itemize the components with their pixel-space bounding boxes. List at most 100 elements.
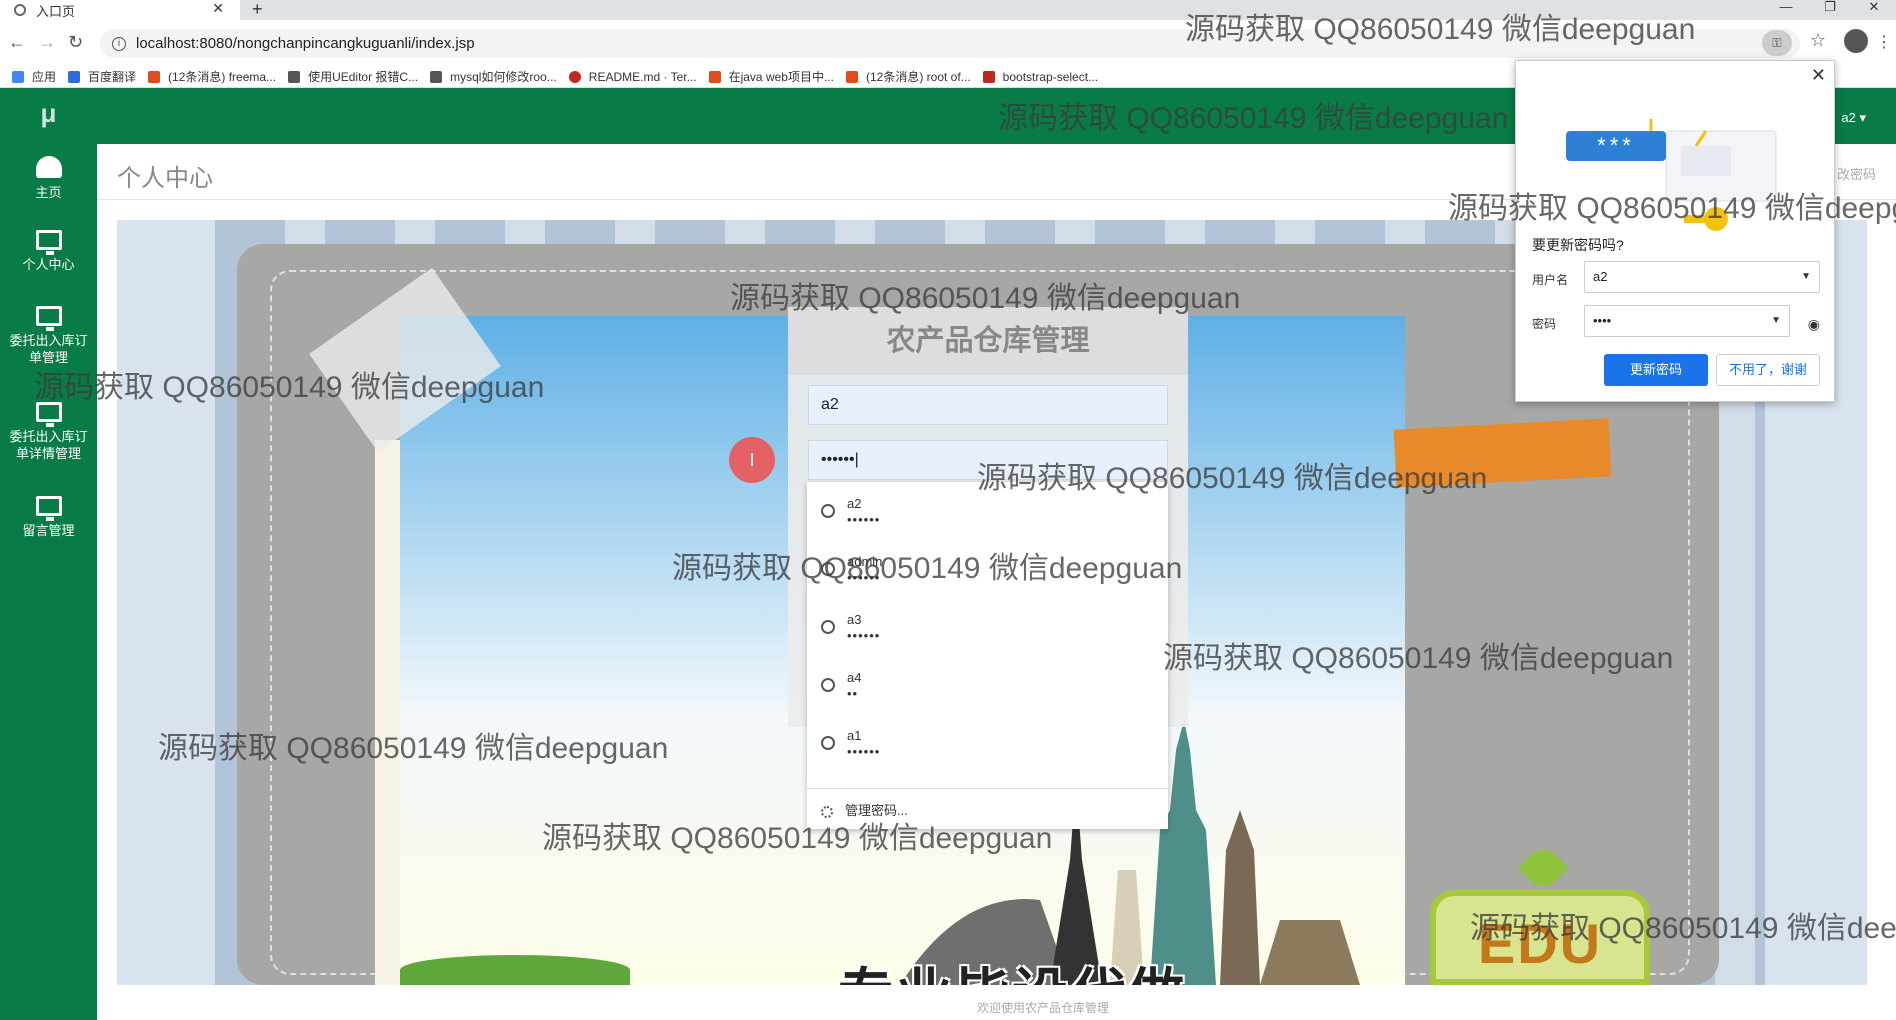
monitor-icon [35,402,62,427]
gear-icon [821,805,833,818]
sidebar-item-home[interactable]: 主页 [0,156,97,201]
orange-tab-decoration [1393,418,1612,488]
bookmark-item[interactable]: (12条消息) freema... [148,68,276,85]
autocomplete-username: admin [847,554,883,569]
url-text: localhost:8080/nongchanpincangkuguanli/i… [136,35,475,52]
bookmark-item[interactable]: 使用UEditor 报错C... [288,68,418,85]
popup-password-select[interactable]: •••• ▼ [1584,305,1790,337]
manage-passwords-link[interactable]: 管理密码... [821,800,908,819]
globe-icon [821,504,835,518]
autocomplete-password: •••••• [847,512,881,527]
sidebar-item-messages[interactable]: 留言管理 [0,496,97,539]
globe-icon [821,562,835,576]
username-input[interactable]: a2 [808,385,1168,425]
key-icon[interactable]: ⚿ [1762,30,1792,56]
grass-decoration [400,955,630,985]
autocomplete-username: a3 [847,612,862,627]
minimize-icon[interactable]: — [1764,0,1808,20]
bookmark-item[interactable]: bootstrap-select... [982,70,1098,84]
sidebar-item-label: 委托出入库订单详情管理 [9,429,88,461]
password-autocomplete-dropdown: a2 •••••• admin •••••• a3 •••••• a4 •• a… [807,482,1168,829]
monitor-icon [35,306,62,331]
monitor-icon [35,230,62,255]
footer-text: 欢迎使用农产品仓库管理 [977,1001,1110,1015]
restore-icon[interactable]: ❐ [1808,0,1852,20]
show-password-icon[interactable]: ◉ [1808,316,1820,333]
update-password-button[interactable]: 更新密码 [1604,354,1708,386]
browser-tab-bar: 入口页 ✕ + — ❐ ✕ [0,0,1896,20]
gitee-icon [568,70,581,83]
footer: 欢迎使用农产品仓库管理 [97,985,1896,1020]
autocomplete-password: •••••• [847,744,881,759]
page-title: 个人中心 [117,165,213,192]
autocomplete-item[interactable]: a2 •••••• [807,482,1168,540]
autocomplete-username: a1 [847,728,862,743]
bookmark-item[interactable]: 百度翻译 [68,68,136,85]
login-title: 农产品仓库管理 [788,307,1188,375]
autocomplete-password: •••••• [847,570,881,585]
site-icon [288,70,301,83]
divider [807,788,1168,789]
tab-title: 入口页 [36,3,76,19]
chevron-down-icon: ▼ [1801,271,1811,282]
no-thanks-button[interactable]: 不用了，谢谢 [1716,354,1820,386]
popup-heading: 要更新密码吗? [1532,237,1624,253]
bookmark-item[interactable]: 在java web项目中... [708,68,834,85]
dashboard-icon [35,156,62,178]
menu-icon[interactable]: ⋮ [1876,32,1892,52]
globe-icon [14,4,26,16]
edu-sign: EDU [1430,890,1650,985]
site-info-icon[interactable]: i [112,36,126,51]
change-password-link[interactable]: 改密码 [1837,164,1876,183]
sidebar: μ 主页 个人中心 委托出入库订单管理 委托出入库订单详情管理 留言管理 [0,88,97,1020]
sidebar-item-personal-center[interactable]: 个人中心 [0,230,97,273]
site-icon [430,70,443,83]
bookmark-apps[interactable]: 应用 [12,68,56,85]
csdn-icon [708,70,721,83]
update-password-popup: ✕ *** 要更新密码吗? 用户名 a2 ▼ 密码 •••• ▼ ◉ 更新密码 … [1515,60,1835,402]
sidebar-item-entrust-orders[interactable]: 委托出入库订单管理 [0,306,97,366]
chevron-down-icon: ▼ [1771,315,1781,326]
globe-icon [821,620,835,634]
bookmark-item[interactable]: README.md · Ter... [568,70,697,84]
close-window-icon[interactable]: ✕ [1852,0,1896,20]
csdn-icon [845,70,858,83]
sidebar-item-label: 个人中心 [22,257,75,272]
site-icon [982,70,995,83]
new-tab-icon[interactable]: + [252,0,263,20]
window-controls: — ❐ ✕ [1764,0,1896,20]
close-tab-icon[interactable]: ✕ [212,0,224,17]
password-label: 密码 [1532,317,1557,331]
mouse-cursor-marker: I [729,437,775,483]
autocomplete-item[interactable]: a1 •••••• [807,714,1168,772]
password-input[interactable]: ••••••| [808,440,1168,480]
bookmark-item[interactable]: mysql如何修改roo... [430,68,557,85]
url-input[interactable]: i localhost:8080/nongchanpincangkuguanli… [100,29,1800,58]
sidebar-item-label: 委托出入库订单管理 [9,333,88,365]
autocomplete-item[interactable]: a3 •••••• [807,598,1168,656]
bookmark-item[interactable]: (12条消息) root of... [845,68,971,85]
globe-icon [821,736,835,750]
back-icon[interactable]: ← [8,32,26,53]
globe-icon [821,678,835,692]
manage-passwords-label: 管理密码... [845,803,908,818]
browser-tab[interactable]: 入口页 ✕ [0,0,240,20]
popup-username-select[interactable]: a2 ▼ [1584,261,1820,293]
csdn-icon [148,70,161,83]
monitor-icon [35,496,62,521]
autocomplete-item[interactable]: a4 •• [807,656,1168,714]
password-illustration [1594,119,1777,231]
forward-icon[interactable]: → [38,32,56,53]
autocomplete-password: •••••• [847,628,881,643]
autocomplete-username: a2 [847,496,862,511]
autocomplete-item[interactable]: admin •••••• [807,540,1168,598]
password-mask-pill: *** [1566,131,1666,161]
apps-grid-icon [12,70,24,83]
close-icon[interactable]: ✕ [1811,65,1826,86]
profile-icon[interactable] [1844,29,1868,53]
user-menu[interactable]: a2 ▾ [1841,110,1866,126]
star-icon[interactable]: ☆ [1810,30,1826,51]
autocomplete-username: a4 [847,670,862,685]
reload-icon[interactable]: ↻ [68,32,83,53]
sidebar-item-entrust-order-details[interactable]: 委托出入库订单详情管理 [0,402,97,462]
